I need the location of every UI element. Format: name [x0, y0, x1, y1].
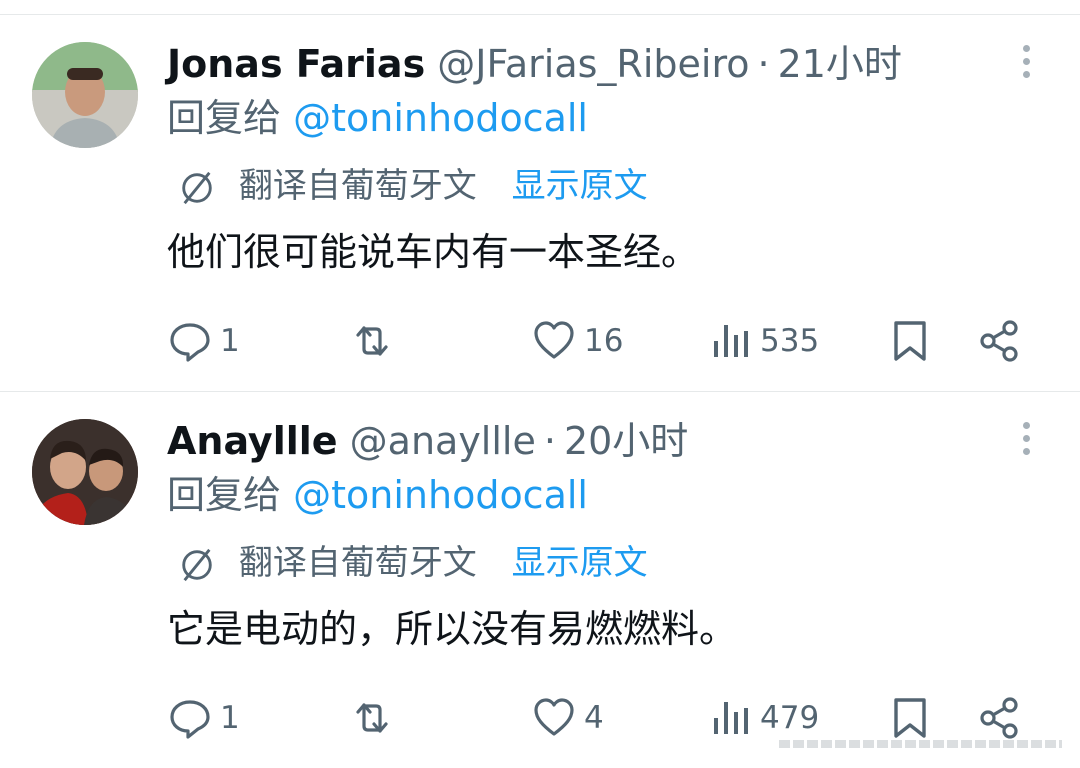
timestamp[interactable]: 20小时 — [564, 419, 688, 463]
reply-prefix: 回复给 — [167, 473, 282, 517]
translate-globe-icon — [182, 171, 212, 204]
share-button[interactable] — [978, 315, 1022, 367]
tweet-header: Anayllle @anayllle · 20小时 — [167, 419, 688, 463]
retweet-icon — [356, 326, 388, 356]
reply-button[interactable]: 1 — [168, 692, 240, 744]
tweet-header: Jonas Farias @JFarias_Ribeiro · 21小时 — [167, 42, 902, 86]
bookmark-icon — [894, 698, 926, 738]
reply-context: 回复给 @toninhodocall — [167, 95, 588, 141]
reply-button[interactable]: 1 — [168, 315, 240, 367]
retweet-button[interactable] — [350, 315, 394, 367]
bar-chart-icon — [714, 702, 748, 734]
bookmark-button[interactable] — [888, 315, 932, 367]
translation-notice: 翻译自葡萄牙文 显示原文 — [178, 542, 648, 584]
tweet-actions: 1 16 535 — [0, 315, 1080, 367]
author-name[interactable]: Anayllle — [167, 419, 338, 463]
like-button[interactable]: 4 — [532, 692, 604, 744]
separator: · — [543, 419, 556, 463]
bookmark-button[interactable] — [888, 692, 932, 744]
more-vertical-icon[interactable] — [1012, 45, 1040, 85]
tweet-text: 他们很可能说车内有一本圣经。 — [167, 230, 700, 274]
timestamp[interactable]: 21小时 — [778, 42, 902, 86]
watermark-bar — [779, 740, 1062, 748]
separator: · — [757, 42, 770, 86]
translation-notice: 翻译自葡萄牙文 显示原文 — [178, 165, 648, 207]
share-icon — [980, 697, 1018, 739]
view-count: 535 — [760, 323, 820, 359]
avatar-photo — [32, 419, 138, 525]
tweet-actions: 1 4 479 — [0, 692, 1080, 744]
retweet-icon — [356, 703, 388, 733]
heart-icon — [534, 698, 574, 736]
reply-count: 1 — [220, 700, 240, 736]
tweet-1[interactable]: Jonas Farias @JFarias_Ribeiro · 21小时 回复给 @… — [0, 15, 1080, 391]
bar-chart-icon — [714, 325, 748, 357]
reply-prefix: 回复给 — [167, 96, 282, 140]
comment-bubble-icon — [170, 700, 210, 739]
heart-icon — [534, 321, 574, 359]
reply-mention-link[interactable]: @toninhodocall — [293, 96, 588, 140]
translated-from-label: 翻译自葡萄牙文 — [238, 166, 477, 206]
author-handle[interactable]: @JFarias_Ribeiro — [437, 42, 749, 86]
author-handle[interactable]: @anayllle — [350, 419, 536, 463]
show-original-link[interactable]: 显示原文 — [512, 543, 648, 583]
author-name[interactable]: Jonas Farias — [167, 42, 425, 86]
retweet-button[interactable] — [350, 692, 394, 744]
translated-from-label: 翻译自葡萄牙文 — [238, 543, 477, 583]
reply-mention-link[interactable]: @toninhodocall — [293, 473, 588, 517]
like-count: 16 — [584, 323, 624, 359]
avatar-photo — [32, 42, 138, 148]
tweet-text: 它是电动的，所以没有易燃燃料。 — [167, 607, 738, 651]
reply-count: 1 — [220, 323, 240, 359]
translate-globe-icon — [182, 548, 212, 581]
bookmark-icon — [894, 321, 926, 361]
avatar[interactable] — [32, 42, 138, 148]
tweet-2[interactable]: Anayllle @anayllle · 20小时 回复给 @toninhodoca… — [0, 392, 1080, 768]
view-count: 479 — [760, 700, 820, 736]
like-button[interactable]: 16 — [532, 315, 623, 367]
views-button[interactable]: 535 — [708, 315, 819, 367]
more-vertical-icon[interactable] — [1012, 422, 1040, 462]
views-button[interactable]: 479 — [708, 692, 819, 744]
like-count: 4 — [584, 700, 604, 736]
comment-bubble-icon — [170, 323, 210, 362]
reply-context: 回复给 @toninhodocall — [167, 472, 588, 518]
avatar[interactable] — [32, 419, 138, 525]
show-original-link[interactable]: 显示原文 — [512, 166, 648, 206]
share-button[interactable] — [978, 692, 1022, 744]
share-icon — [980, 320, 1018, 362]
